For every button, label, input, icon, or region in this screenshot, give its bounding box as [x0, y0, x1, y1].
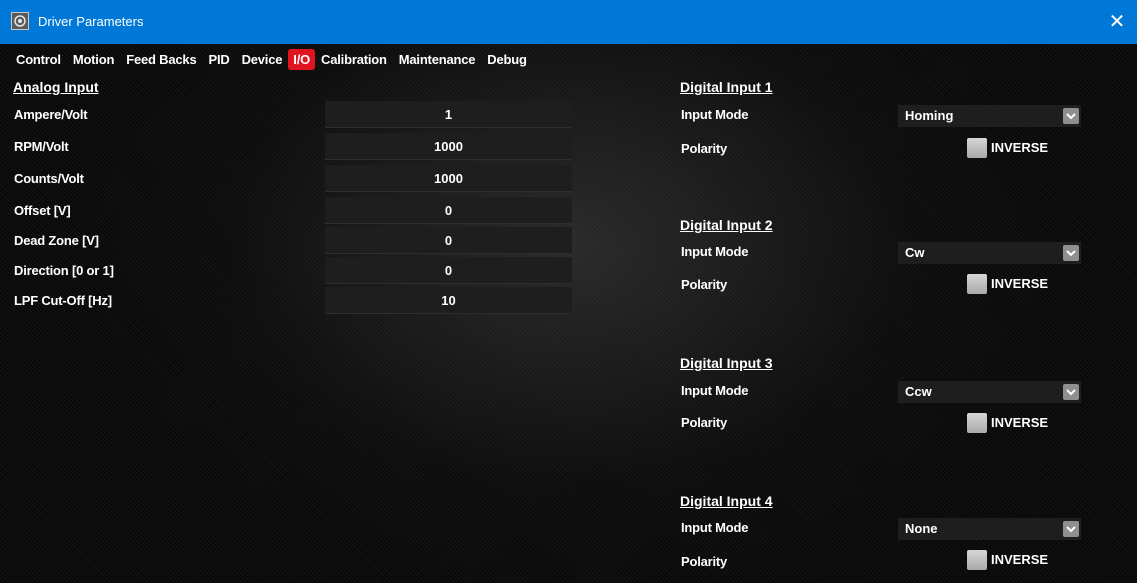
toggle-switch-icon[interactable] — [967, 550, 987, 570]
digital-input-2-mode-value: Cw — [905, 245, 925, 260]
dead-zone-label: Dead Zone [V] — [14, 233, 99, 248]
tab-bar: Control Motion Feed Backs PID Device I/O… — [10, 49, 533, 70]
offset-input[interactable]: 0 — [325, 197, 572, 224]
digital-input-1-mode-value: Homing — [905, 108, 954, 123]
digital-input-2-mode-select[interactable]: Cw — [898, 242, 1081, 264]
rpm-volt-input[interactable]: 1000 — [325, 133, 572, 160]
digital-input-4-inverse-label: INVERSE — [991, 552, 1049, 567]
toggle-switch-icon[interactable] — [967, 274, 987, 294]
digital-input-3-polarity-label: Polarity — [681, 415, 728, 430]
digital-input-3-mode-value: Ccw — [905, 384, 932, 399]
tab-debug[interactable]: Debug — [481, 49, 532, 70]
digital-input-2-polarity-label: Polarity — [681, 277, 728, 292]
app-icon — [11, 12, 29, 30]
digital-input-4-mode-value: None — [905, 521, 938, 536]
tab-feed-backs[interactable]: Feed Backs — [120, 49, 202, 70]
chevron-down-icon[interactable] — [1063, 384, 1079, 400]
analog-input-title: Analog Input — [13, 79, 99, 95]
tab-calibration[interactable]: Calibration — [315, 49, 393, 70]
chevron-down-icon[interactable] — [1063, 245, 1079, 261]
tab-pid[interactable]: PID — [202, 49, 235, 70]
digital-input-2-mode-label: Input Mode — [681, 244, 749, 259]
tab-motion[interactable]: Motion — [67, 49, 120, 70]
tab-maintenance[interactable]: Maintenance — [393, 49, 482, 70]
toggle-switch-icon[interactable] — [967, 138, 987, 158]
digital-input-3-mode-label: Input Mode — [681, 383, 749, 398]
rpm-volt-label: RPM/Volt — [14, 139, 69, 154]
direction-label: Direction [0 or 1] — [14, 263, 114, 278]
digital-input-1-mode-label: Input Mode — [681, 107, 749, 122]
close-icon[interactable]: ✕ — [1097, 0, 1137, 44]
counts-volt-label: Counts/Volt — [14, 171, 84, 186]
chevron-down-icon[interactable] — [1063, 108, 1079, 124]
digital-input-2-title: Digital Input 2 — [680, 217, 773, 233]
tab-io[interactable]: I/O — [288, 49, 316, 70]
direction-input[interactable]: 0 — [325, 257, 572, 284]
digital-input-3-title: Digital Input 3 — [680, 355, 773, 371]
counts-volt-input[interactable]: 1000 — [325, 165, 572, 192]
digital-input-4-polarity-label: Polarity — [681, 554, 728, 569]
digital-input-4-title: Digital Input 4 — [680, 493, 773, 509]
digital-input-1-inverse-label: INVERSE — [991, 140, 1049, 155]
window-title: Driver Parameters — [38, 14, 144, 29]
chevron-down-icon[interactable] — [1063, 521, 1079, 537]
ampere-volt-label: Ampere/Volt — [14, 107, 88, 122]
toggle-switch-icon[interactable] — [967, 413, 987, 433]
tab-control[interactable]: Control — [10, 49, 67, 70]
lpf-cutoff-label: LPF Cut-Off [Hz] — [14, 293, 112, 308]
digital-input-3-inverse-label: INVERSE — [991, 415, 1049, 430]
digital-input-1-polarity-label: Polarity — [681, 141, 728, 156]
digital-input-3-mode-select[interactable]: Ccw — [898, 381, 1081, 403]
offset-label: Offset [V] — [14, 203, 71, 218]
tab-device[interactable]: Device — [236, 49, 289, 70]
ampere-volt-input[interactable]: 1 — [325, 101, 572, 128]
title-bar[interactable]: Driver Parameters ✕ — [0, 0, 1137, 44]
lpf-cutoff-input[interactable]: 10 — [325, 287, 572, 314]
digital-input-1-mode-select[interactable]: Homing — [898, 105, 1081, 127]
digital-input-4-mode-select[interactable]: None — [898, 518, 1081, 540]
digital-input-4-mode-label: Input Mode — [681, 520, 749, 535]
dead-zone-input[interactable]: 0 — [325, 227, 572, 254]
digital-input-2-inverse-label: INVERSE — [991, 276, 1049, 291]
driver-parameters-window: Driver Parameters ✕ Control Motion Feed … — [0, 0, 1137, 583]
digital-input-1-title: Digital Input 1 — [680, 79, 773, 95]
